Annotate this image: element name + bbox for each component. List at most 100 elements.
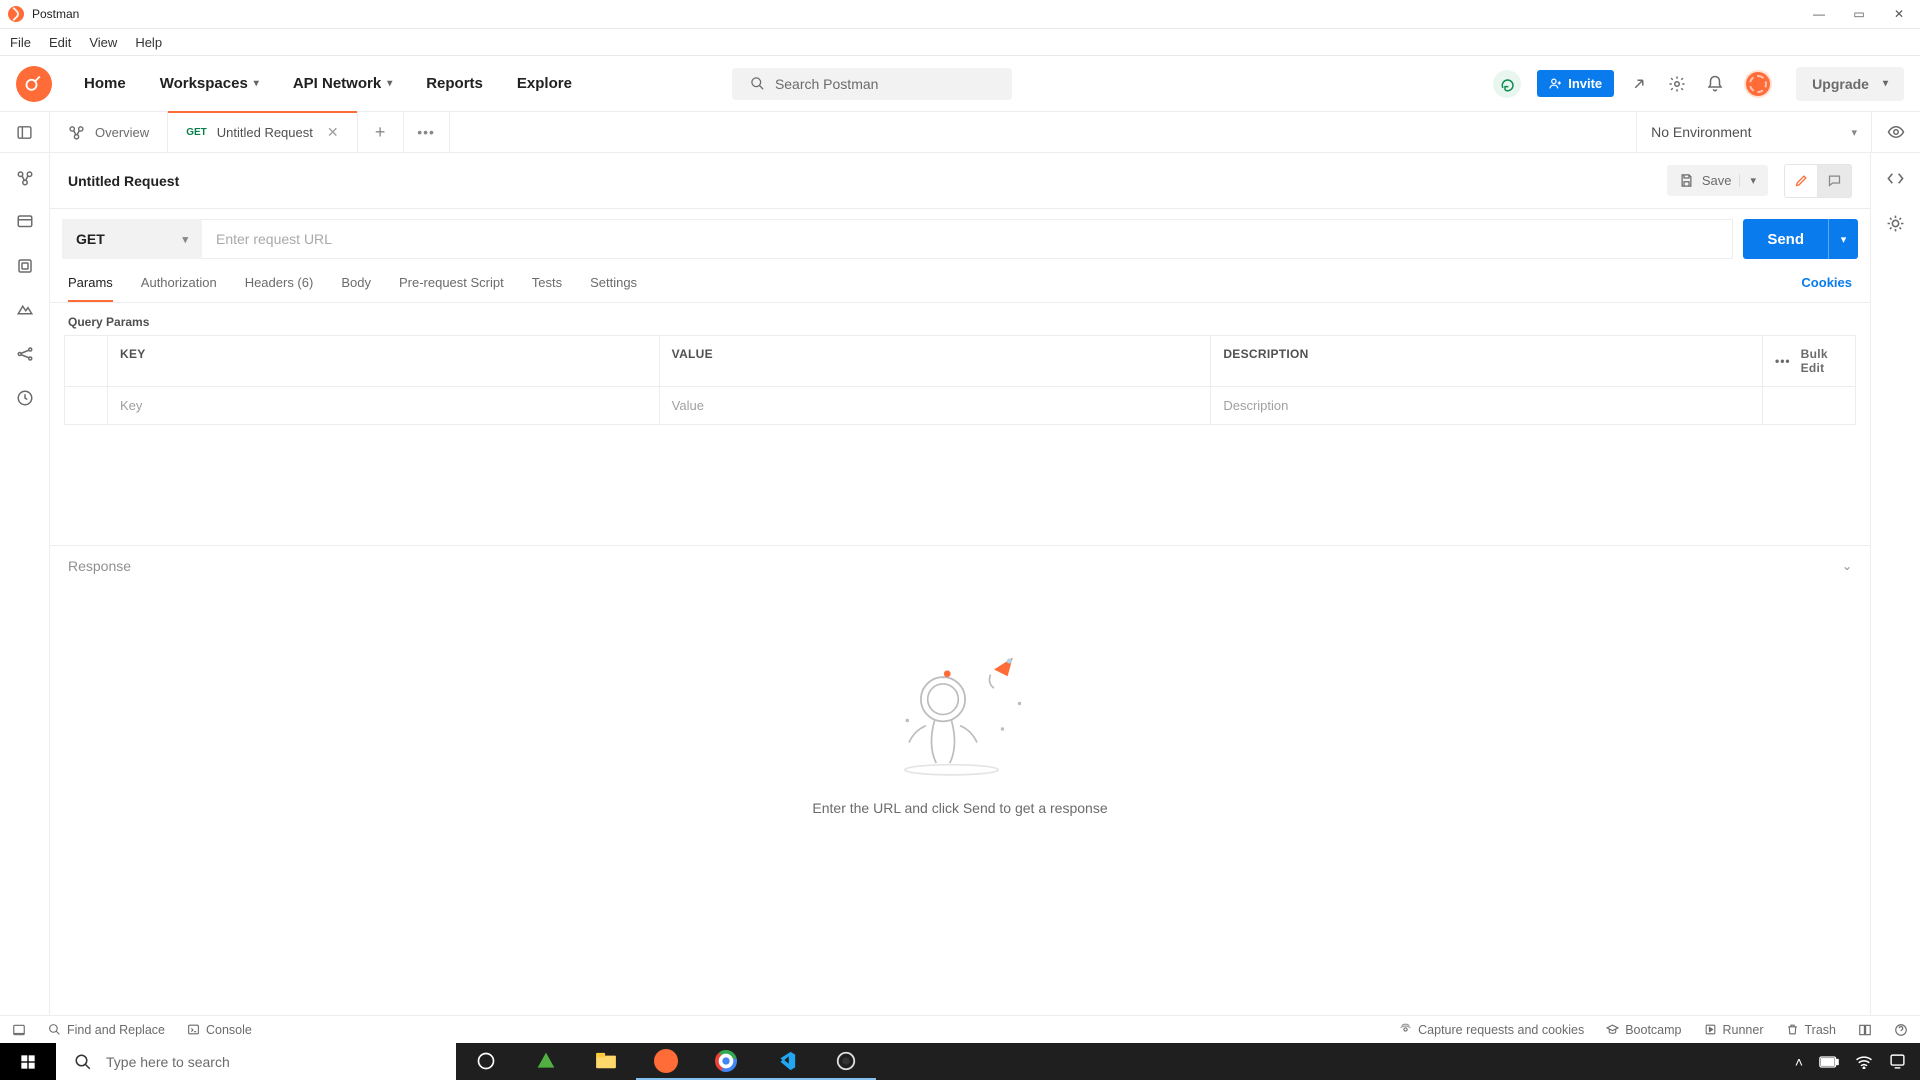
table-row[interactable]: Key Value Description <box>64 387 1856 425</box>
nav-api-network[interactable]: API Network ▾ <box>279 67 406 100</box>
info-icon[interactable] <box>1886 214 1905 233</box>
nav-explore[interactable]: Explore <box>503 67 586 100</box>
tab-overview[interactable]: Overview <box>50 112 168 152</box>
tab-tests[interactable]: Tests <box>532 275 562 302</box>
task-cortana-icon[interactable] <box>456 1043 516 1080</box>
sidebar-toggle-icon[interactable] <box>0 112 50 152</box>
collections-icon[interactable] <box>16 169 34 187</box>
col-key: KEY <box>108 336 660 387</box>
menu-help[interactable]: Help <box>135 35 162 50</box>
sync-status-icon[interactable] <box>1493 70 1521 98</box>
response-hint: Enter the URL and click Send to get a re… <box>812 800 1107 816</box>
tab-untitled-request[interactable]: GET Untitled Request ✕ <box>168 112 357 152</box>
two-pane-icon[interactable] <box>1858 1023 1872 1037</box>
tray-battery-icon[interactable] <box>1819 1056 1839 1068</box>
nav-home[interactable]: Home <box>70 67 140 100</box>
response-label: Response <box>68 558 131 574</box>
request-title[interactable]: Untitled Request <box>68 173 179 189</box>
task-app-1-icon[interactable] <box>516 1043 576 1080</box>
find-replace-label: Find and Replace <box>67 1023 165 1037</box>
more-icon[interactable]: ••• <box>1775 354 1791 368</box>
settings-icon[interactable] <box>1668 75 1690 93</box>
tab-headers[interactable]: Headers (6) <box>245 275 314 302</box>
tab-prerequest[interactable]: Pre-request Script <box>399 275 504 302</box>
toggle-sidebar-icon[interactable] <box>12 1023 26 1037</box>
mock-servers-icon[interactable] <box>16 301 34 319</box>
menu-edit[interactable]: Edit <box>49 35 71 50</box>
tab-body[interactable]: Body <box>341 275 371 302</box>
tab-settings[interactable]: Settings <box>590 275 637 302</box>
tab-overview-label: Overview <box>95 125 149 140</box>
search-icon <box>750 76 765 91</box>
task-obs-icon[interactable] <box>816 1043 876 1080</box>
task-vscode-icon[interactable] <box>756 1043 816 1080</box>
tab-authorization[interactable]: Authorization <box>141 275 217 302</box>
global-search-placeholder: Search Postman <box>775 76 879 92</box>
chevron-down-icon: ▾ <box>1883 78 1888 89</box>
code-icon[interactable] <box>1886 169 1905 188</box>
tray-wifi-icon[interactable] <box>1855 1055 1873 1069</box>
minimize-icon[interactable]: — <box>1812 7 1826 21</box>
user-avatar[interactable] <box>1744 70 1772 98</box>
tab-params[interactable]: Params <box>68 275 113 302</box>
menu-file[interactable]: File <box>10 35 31 50</box>
save-button[interactable]: Save ▾ <box>1667 165 1768 196</box>
bootcamp-label: Bootcamp <box>1625 1023 1681 1037</box>
nav-workspaces[interactable]: Workspaces ▾ <box>146 67 273 100</box>
new-tab-button[interactable]: + <box>358 112 404 152</box>
query-params-table: KEY VALUE DESCRIPTION ••• Bulk Edit Key … <box>64 335 1856 425</box>
comment-icon[interactable] <box>1818 164 1852 198</box>
apis-icon[interactable] <box>16 213 34 231</box>
chevron-down-icon: ▾ <box>1851 126 1857 139</box>
console-button[interactable]: Console <box>187 1023 252 1037</box>
send-button[interactable]: Send <box>1743 219 1828 259</box>
tab-close-icon[interactable]: ✕ <box>327 124 339 141</box>
help-icon[interactable] <box>1894 1023 1908 1037</box>
col-description: DESCRIPTION <box>1211 336 1763 387</box>
edit-icon[interactable] <box>1784 164 1818 198</box>
upgrade-label: Upgrade <box>1812 76 1869 92</box>
invite-button[interactable]: Invite <box>1537 70 1614 97</box>
query-params-heading: Query Params <box>50 303 1870 335</box>
tab-actions-icon[interactable]: ••• <box>404 112 450 152</box>
send-split-button[interactable]: ▾ <box>1828 219 1858 259</box>
runner-button[interactable]: Runner <box>1704 1023 1764 1037</box>
task-postman-icon[interactable] <box>636 1043 696 1080</box>
request-url-input[interactable] <box>202 219 1733 259</box>
environment-quicklook-icon[interactable] <box>1871 112 1920 152</box>
http-method-select[interactable]: GET ▾ <box>62 219 202 259</box>
nav-workspaces-label: Workspaces <box>160 75 248 92</box>
save-icon <box>1679 173 1694 188</box>
find-replace-button[interactable]: Find and Replace <box>48 1023 165 1037</box>
tray-notifications-icon[interactable] <box>1889 1053 1906 1070</box>
environment-selector[interactable]: No Environment ▾ <box>1636 112 1871 152</box>
window-title: Postman <box>32 7 79 21</box>
http-method-value: GET <box>76 231 105 247</box>
description-input[interactable]: Description <box>1211 387 1763 425</box>
monitors-icon[interactable] <box>16 345 34 363</box>
menu-view[interactable]: View <box>89 35 117 50</box>
task-file-explorer-icon[interactable] <box>576 1043 636 1080</box>
desktop-agent-icon[interactable] <box>1630 75 1652 93</box>
notifications-icon[interactable] <box>1706 75 1728 93</box>
trash-button[interactable]: Trash <box>1786 1023 1837 1037</box>
bulk-edit-link[interactable]: Bulk Edit <box>1801 347 1843 375</box>
history-icon[interactable] <box>16 389 34 407</box>
close-icon[interactable]: ✕ <box>1892 7 1906 21</box>
capture-button[interactable]: Capture requests and cookies <box>1399 1023 1584 1037</box>
taskbar-search[interactable]: Type here to search <box>56 1043 456 1080</box>
global-search[interactable]: Search Postman <box>732 68 1012 100</box>
key-input[interactable]: Key <box>108 387 660 425</box>
tray-chevron-icon[interactable]: ˄ <box>1795 1054 1803 1070</box>
value-input[interactable]: Value <box>660 387 1212 425</box>
windows-start-button[interactable] <box>0 1043 56 1080</box>
maximize-icon[interactable]: ▭ <box>1852 7 1866 21</box>
environments-icon[interactable] <box>16 257 34 275</box>
upgrade-button[interactable]: Upgrade ▾ <box>1796 67 1904 101</box>
cookies-link[interactable]: Cookies <box>1801 275 1852 302</box>
nav-reports[interactable]: Reports <box>412 67 497 100</box>
chevron-down-icon[interactable]: ⌄ <box>1842 559 1852 573</box>
bootcamp-button[interactable]: Bootcamp <box>1606 1023 1681 1037</box>
task-chrome-icon[interactable] <box>696 1043 756 1080</box>
method-badge: GET <box>186 127 207 138</box>
